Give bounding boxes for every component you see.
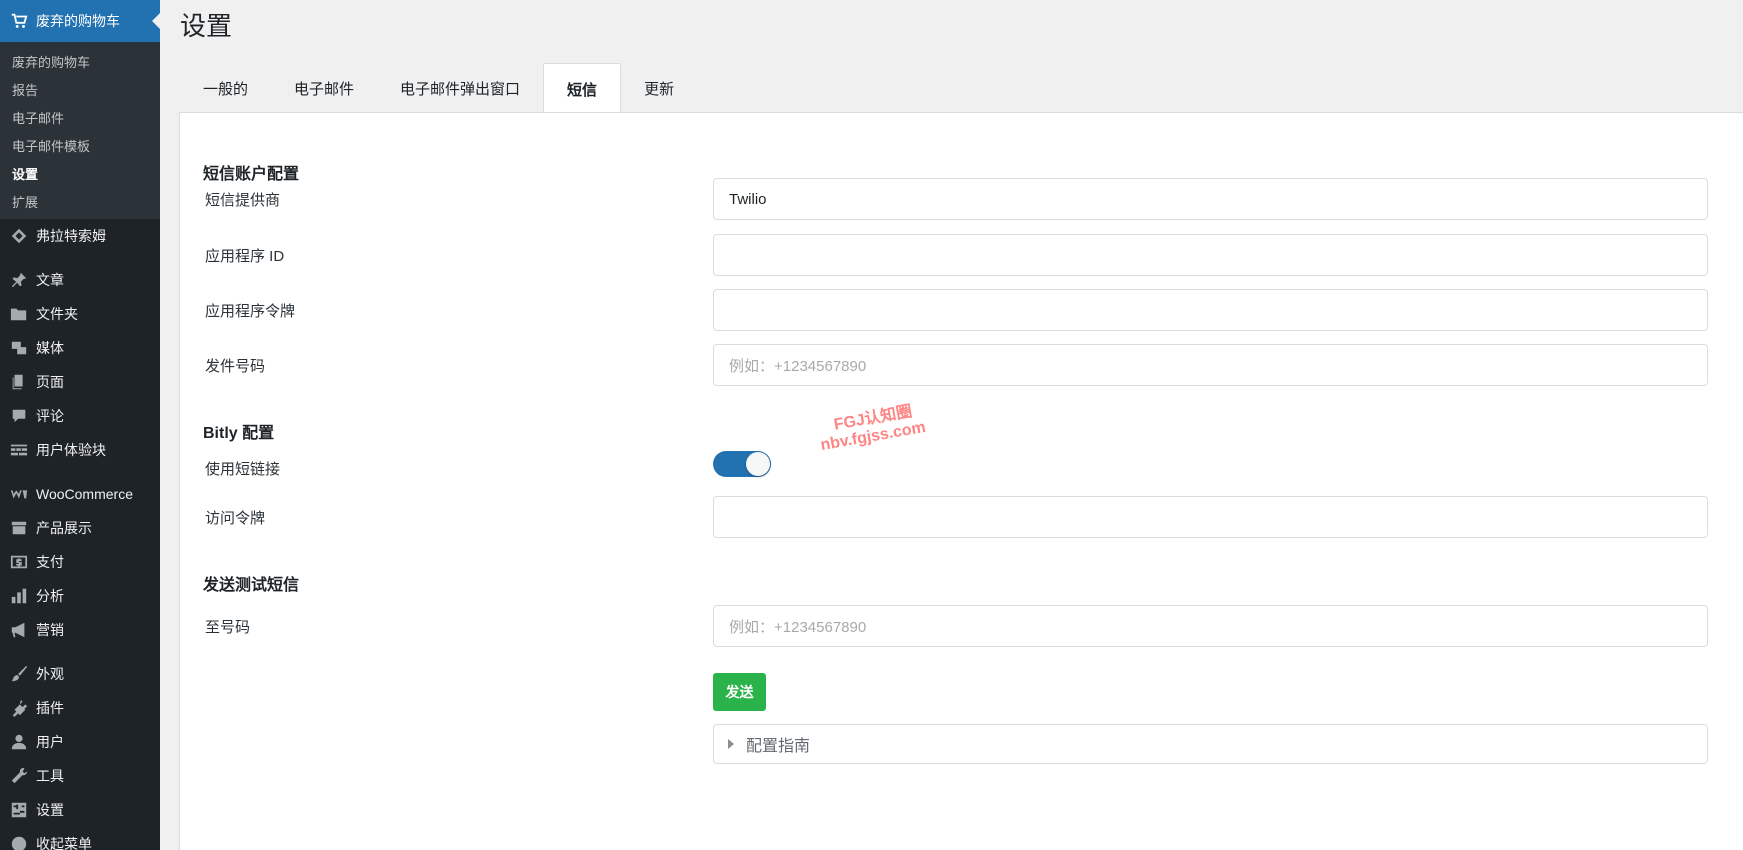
section-heading-bitly: Bitly 配置 [203,425,275,442]
sidebar-item-media[interactable]: 媒体 [0,331,160,365]
access-token-input[interactable] [713,496,1708,538]
megaphone-icon [8,621,30,639]
provider-label: 短信提供商 [205,192,281,209]
settings-tabs: 一般的 电子邮件 电子邮件弹出窗口 短信 更新 [180,63,697,114]
sidebar-item-label: 用户 [36,734,64,750]
sidebar-item-payments[interactable]: 支付 [0,545,160,579]
sidebar-item-label: WooCommerce [36,486,133,502]
sidebar-item-woocommerce[interactable]: WooCommerce [0,477,160,511]
tab-updates[interactable]: 更新 [621,63,697,113]
caret-right-icon [728,739,734,749]
sidebar-submenu: 废弃的购物车 报告 电子邮件 电子邮件模板 设置 扩展 [0,42,160,219]
wrench-icon [8,767,30,785]
submenu-reports[interactable]: 报告 [0,75,160,103]
to-number-input[interactable]: 例如：+1234567890 [713,605,1708,647]
section-heading-test-sms: 发送测试短信 [203,577,300,594]
sidebar-item-label: 分析 [36,588,64,604]
from-number-label: 发件号码 [205,358,266,375]
sidebar-item-label: 用户体验块 [36,442,106,458]
blocks-icon [8,441,30,459]
tab-email-popup[interactable]: 电子邮件弹出窗口 [377,63,543,113]
sidebar-item-label: 外观 [36,666,64,682]
toggle-knob [746,452,770,476]
submenu-email-templates[interactable]: 电子邮件模板 [0,131,160,159]
dollar-icon [8,553,30,571]
chart-icon [8,587,30,605]
sidebar-item-label: 废弃的购物车 [36,13,120,29]
from-number-input[interactable]: 例如：+1234567890 [713,344,1708,386]
cart-icon [8,12,30,30]
sidebar-item-pages[interactable]: 页面 [0,365,160,399]
short-link-label: 使用短链接 [205,461,281,478]
sms-settings-panel: 短信账户配置 短信提供商 Twilio 应用程序 ID 应用程序令牌 发件号码 … [179,112,1743,850]
sidebar-item-flatsome[interactable]: 弗拉特索姆 [0,219,160,253]
sidebar-item-analytics[interactable]: 分析 [0,579,160,613]
sidebar-item-label: 媒体 [36,340,64,356]
diamond-icon [8,227,30,245]
comment-icon [8,407,30,425]
main-content: 设置 一般的 电子邮件 电子邮件弹出窗口 短信 更新 短信账户配置 短信提供商 … [160,0,1743,850]
sidebar-item-label: 营销 [36,622,64,638]
archive-icon [8,519,30,537]
app-token-label: 应用程序令牌 [205,303,296,320]
sidebar-collapse[interactable]: 收起菜单 [0,827,160,850]
submenu-emails[interactable]: 电子邮件 [0,103,160,131]
sidebar-item-users[interactable]: 用户 [0,725,160,759]
page-title: 设置 [180,11,233,41]
pages-icon [8,373,30,391]
sidebar-item-label: 设置 [36,802,64,818]
section-heading-sms-account: 短信账户配置 [203,166,300,183]
settings-icon [8,801,30,819]
tab-sms[interactable]: 短信 [543,63,622,114]
send-test-button[interactable]: 发送 [713,673,766,711]
sidebar-item-label: 支付 [36,554,64,570]
app-id-label: 应用程序 ID [205,248,285,265]
sidebar-item-comments[interactable]: 评论 [0,399,160,433]
pin-icon [8,271,30,289]
short-link-toggle[interactable] [713,451,771,477]
submenu-extensions[interactable]: 扩展 [0,187,160,215]
plug-icon [8,699,30,717]
sidebar-item-tools[interactable]: 工具 [0,759,160,793]
provider-select[interactable]: Twilio [713,178,1708,220]
submenu-abandoned-cart[interactable]: 废弃的购物车 [0,47,160,75]
to-number-label: 至号码 [205,619,251,636]
sidebar-item-settings[interactable]: 设置 [0,793,160,827]
sidebar-item-appearance[interactable]: 外观 [0,657,160,691]
access-token-label: 访问令牌 [205,510,266,527]
sidebar-item-ux-blocks[interactable]: 用户体验块 [0,433,160,467]
tab-email[interactable]: 电子邮件 [271,63,377,113]
sidebar-item-plugins[interactable]: 插件 [0,691,160,725]
sidebar-item-label: 评论 [36,408,64,424]
config-guide-label: 配置指南 [746,738,811,755]
sidebar-item-abandoned-cart[interactable]: 废弃的购物车 [0,0,160,42]
sidebar-item-posts[interactable]: 文章 [0,263,160,297]
sidebar-item-folders[interactable]: 文件夹 [0,297,160,331]
user-icon [8,733,30,751]
app-id-input[interactable] [713,234,1708,276]
sidebar-item-label: 页面 [36,374,64,390]
tab-general[interactable]: 一般的 [180,63,271,113]
sidebar-item-marketing[interactable]: 营销 [0,613,160,647]
sidebar-item-label: 工具 [36,768,64,784]
folder-icon [8,305,30,323]
brush-icon [8,665,30,683]
submenu-settings[interactable]: 设置 [0,159,160,187]
sidebar-item-label: 收起菜单 [36,836,92,850]
config-guide-toggle[interactable]: 配置指南 [713,724,1708,764]
admin-sidebar: 废弃的购物车 废弃的购物车 报告 电子邮件 电子邮件模板 设置 扩展 弗拉特索姆… [0,0,160,850]
woo-icon [8,485,30,503]
sidebar-item-label: 产品展示 [36,520,92,536]
app-token-input[interactable] [713,289,1708,331]
collapse-icon [8,835,30,850]
sidebar-item-label: 文章 [36,272,64,288]
sidebar-item-label: 文件夹 [36,306,78,322]
media-icon [8,339,30,357]
sidebar-item-label: 弗拉特索姆 [36,228,106,244]
sidebar-item-products[interactable]: 产品展示 [0,511,160,545]
sidebar-item-label: 插件 [36,700,64,716]
